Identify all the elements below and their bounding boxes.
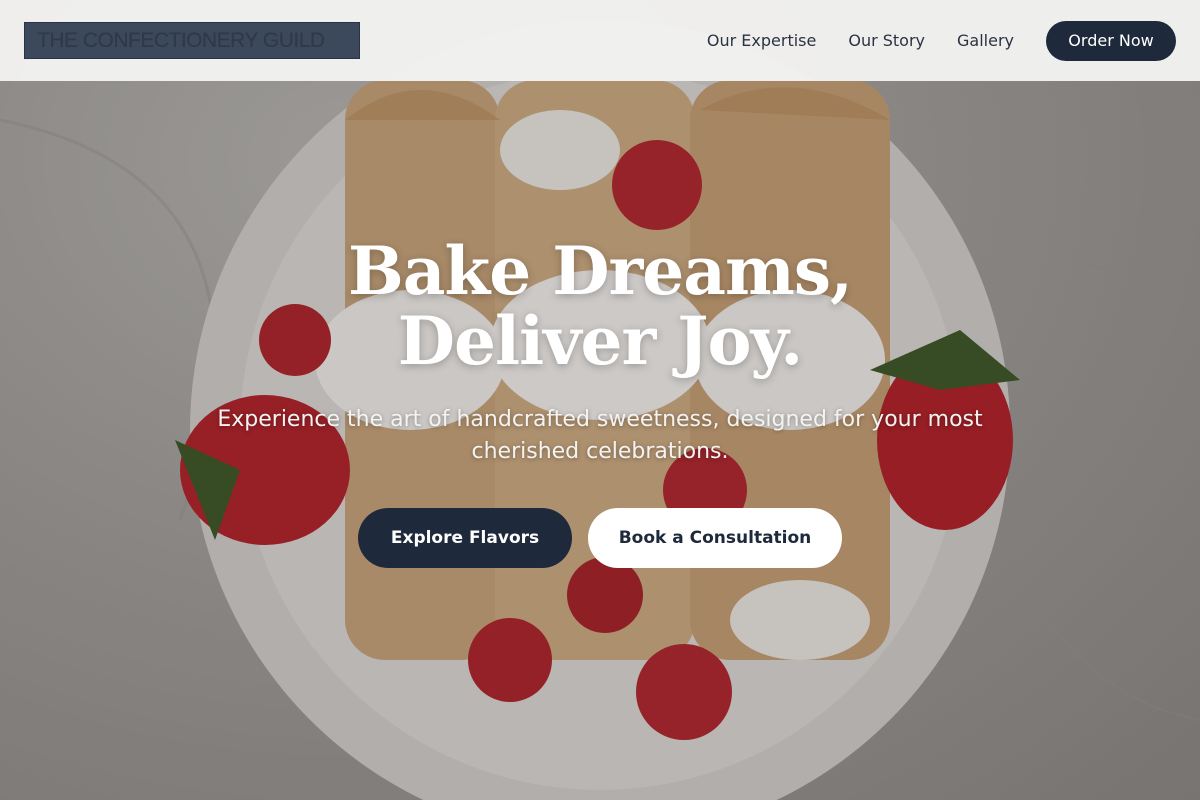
hero-headline: Bake Dreams, Deliver Joy. <box>0 236 1200 376</box>
brand-logo[interactable]: THE CONFECTIONERY GUILD <box>24 22 360 59</box>
headline-line-1: Bake Dreams, <box>348 232 853 310</box>
nav-link-our-expertise[interactable]: Our Expertise <box>707 31 816 50</box>
order-now-button[interactable]: Order Now <box>1046 20 1176 61</box>
hero-content: Bake Dreams, Deliver Joy. Experience the… <box>0 236 1200 568</box>
main-nav: Our Expertise Our Story Gallery Order No… <box>707 20 1176 61</box>
headline-line-2: Deliver Joy. <box>397 302 803 380</box>
nav-link-gallery[interactable]: Gallery <box>957 31 1014 50</box>
site-header: THE CONFECTIONERY GUILD Our Expertise Ou… <box>0 0 1200 81</box>
cta-group: Explore Flavors Book a Consultation <box>0 508 1200 568</box>
nav-link-our-story[interactable]: Our Story <box>848 31 925 50</box>
hero-subtitle: Experience the art of handcrafted sweetn… <box>217 407 983 464</box>
book-consultation-button[interactable]: Book a Consultation <box>588 508 842 568</box>
explore-flavors-button[interactable]: Explore Flavors <box>358 508 572 568</box>
